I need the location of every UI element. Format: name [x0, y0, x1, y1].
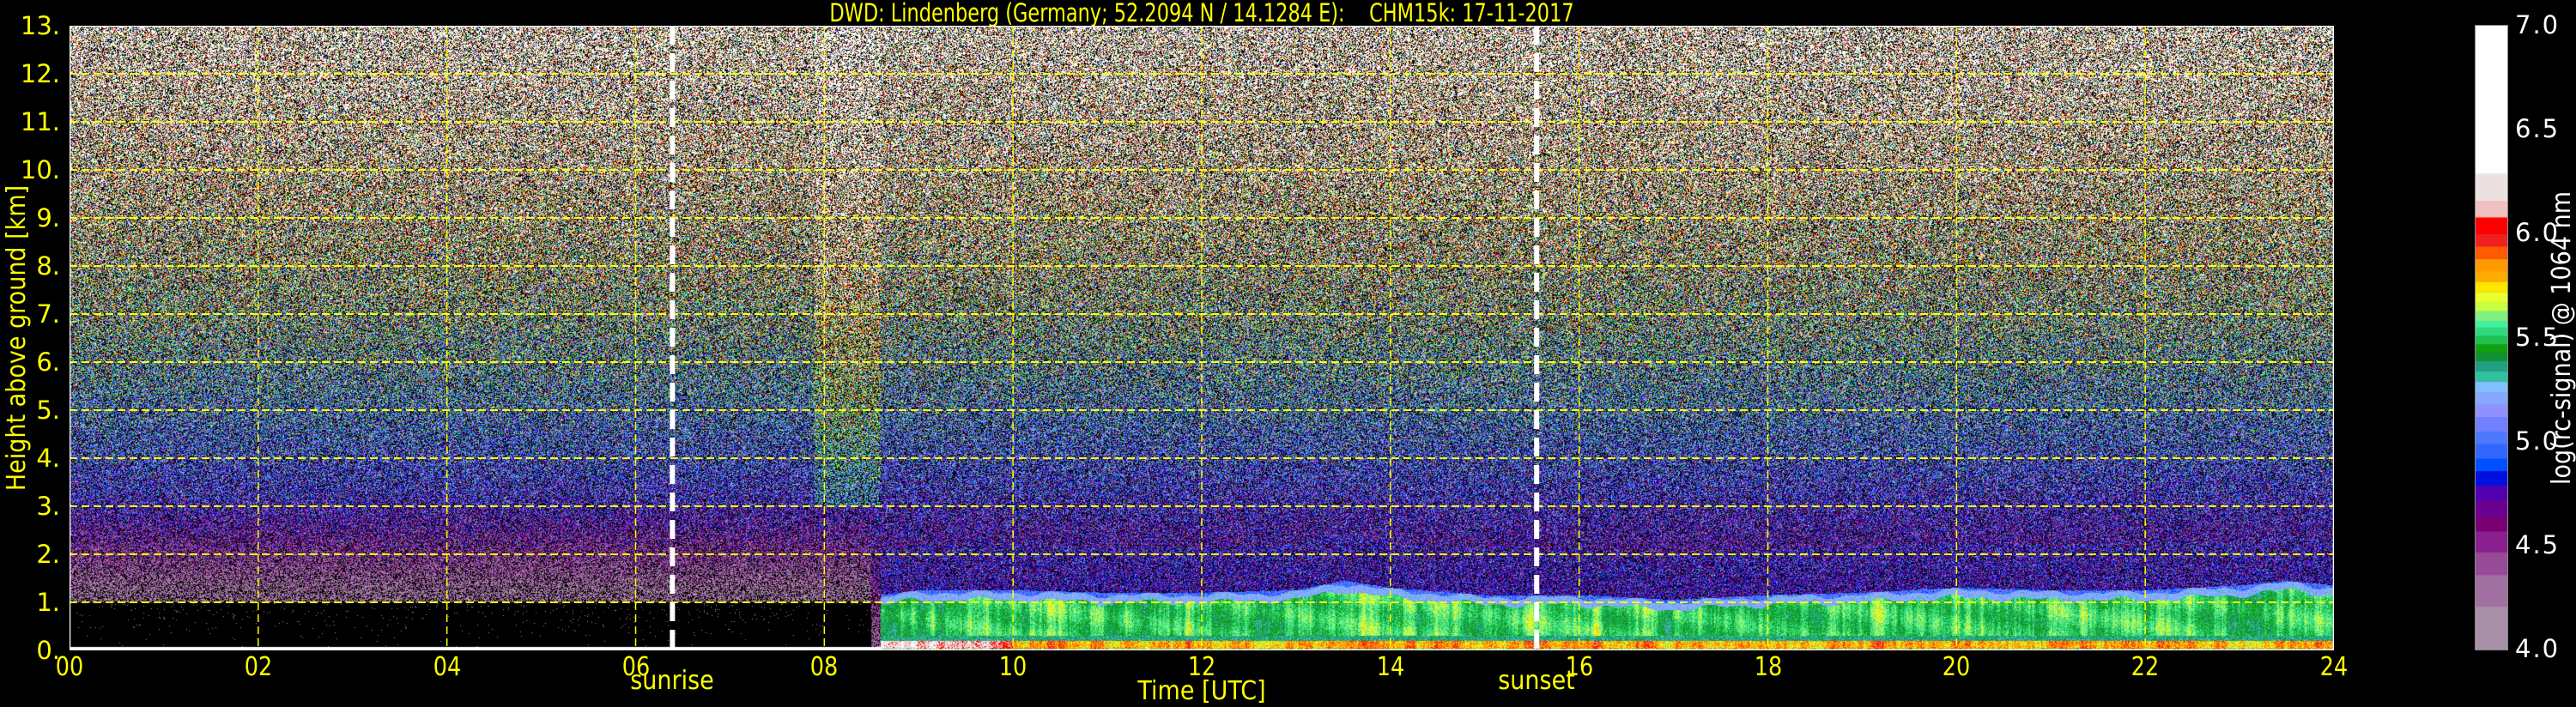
x-tick-label: 14: [1376, 652, 1405, 682]
sunset-label: sunset: [1498, 666, 1575, 696]
grid-overlay: [70, 26, 2334, 650]
x-tick-label: 10: [998, 652, 1027, 682]
y-tick-label: 13.: [20, 11, 60, 40]
y-tick-label: 1.: [36, 588, 60, 617]
x-tick-label: 20: [1943, 652, 1971, 682]
x-axis-label: Time [UTC]: [1137, 676, 1266, 706]
x-tick-label: 00: [55, 652, 84, 682]
y-tick-label: 2.: [36, 540, 60, 569]
x-tick-label: 08: [810, 652, 839, 682]
x-tick-label: 18: [1754, 652, 1782, 682]
colorbar-label: log(rc-signal) @ 1064 nm: [2547, 190, 2576, 485]
plot-area: [70, 26, 2334, 650]
x-tick-label: 24: [2319, 652, 2349, 682]
x-tick-label: 02: [244, 652, 273, 682]
colorbar-tick-label: 7.0: [2515, 10, 2561, 39]
chart-title: DWD: Lindenberg (Germany; 52.2094 N / 14…: [829, 0, 1574, 27]
colorbar: [2475, 25, 2508, 650]
x-tick-label: 22: [2131, 652, 2160, 682]
sunrise-label: sunrise: [630, 666, 715, 696]
colorbar-tick-label: 4.0: [2515, 634, 2561, 663]
y-tick-label: 12.: [20, 59, 60, 88]
y-axis-label: Height above ground [km]: [2, 184, 32, 492]
x-tick-label: 04: [433, 652, 461, 682]
y-tick-label: 11.: [20, 107, 60, 136]
